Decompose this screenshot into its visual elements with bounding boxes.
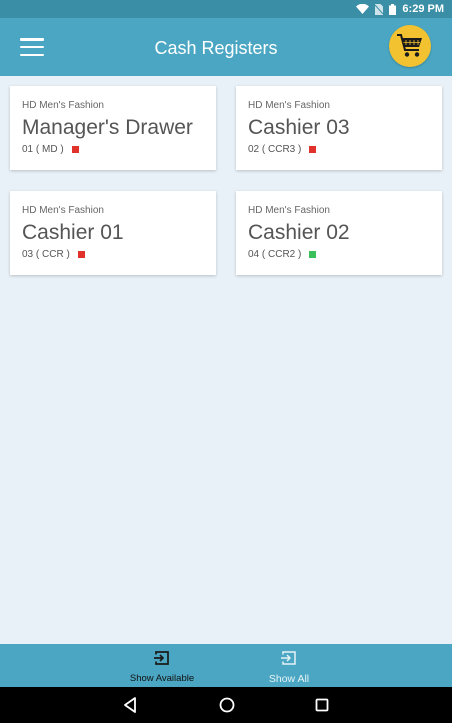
app-bar: Cash Registers (0, 18, 452, 76)
cart-button[interactable] (389, 25, 431, 67)
tab-show-all[interactable]: Show All (244, 650, 334, 685)
wifi-icon (356, 4, 370, 14)
register-code: 03 ( CCR ) (22, 249, 70, 260)
status-indicator (71, 146, 79, 153)
exit-to-app-icon (281, 651, 296, 665)
recents-button[interactable] (314, 696, 330, 719)
page-title: Cash Registers (154, 38, 278, 58)
register-meta: 02 ( CCR3 ) (248, 144, 442, 155)
register-name: Cashier 03 (248, 116, 350, 139)
store-name: HD Men's Fashion (22, 205, 104, 216)
register-card[interactable]: HD Men's Fashion Cashier 01 03 ( CCR ) (10, 191, 216, 275)
register-card[interactable]: HD Men's Fashion Manager's Drawer 01 ( M… (10, 86, 216, 170)
register-name: Cashier 01 (22, 221, 124, 244)
register-grid: HD Men's Fashion Manager's Drawer 01 ( M… (0, 76, 452, 644)
register-code: 04 ( CCR2 ) (248, 249, 302, 260)
tab-label: Show All (268, 673, 310, 685)
back-button[interactable] (122, 696, 138, 719)
register-card[interactable]: HD Men's Fashion Cashier 02 04 ( CCR2 ) (236, 191, 442, 275)
register-name: Cashier 02 (248, 221, 350, 244)
tab-label: Show Available (129, 673, 195, 684)
status-indicator (309, 251, 317, 258)
status-indicator (77, 251, 85, 258)
shopping-cart-icon (397, 34, 422, 57)
store-name: HD Men's Fashion (22, 100, 104, 111)
status-bar: 6:29 PM (0, 0, 452, 18)
store-name: HD Men's Fashion (248, 205, 330, 216)
register-meta: 01 ( MD ) (22, 144, 216, 155)
register-code: 01 ( MD ) (22, 144, 64, 155)
register-meta: 04 ( CCR2 ) (248, 249, 442, 260)
tab-show-available[interactable]: Show Available (117, 650, 207, 684)
system-nav-bar (0, 687, 452, 723)
home-button[interactable] (218, 696, 236, 719)
register-name: Manager's Drawer (22, 116, 193, 139)
store-name: HD Men's Fashion (248, 100, 330, 111)
no-sim-icon (375, 3, 384, 15)
register-meta: 03 ( CCR ) (22, 249, 216, 260)
battery-icon (389, 3, 397, 15)
bottom-tab-bar: Show Available Show All (0, 644, 452, 687)
status-time: 6:29 PM (402, 3, 444, 15)
home-circle-icon (219, 697, 235, 713)
status-indicator (309, 146, 317, 153)
register-card[interactable]: HD Men's Fashion Cashier 03 02 ( CCR3 ) (236, 86, 442, 170)
back-triangle-icon (124, 697, 136, 713)
recents-square-icon (315, 698, 329, 712)
register-code: 02 ( CCR3 ) (248, 144, 302, 155)
exit-to-app-icon (154, 651, 169, 665)
